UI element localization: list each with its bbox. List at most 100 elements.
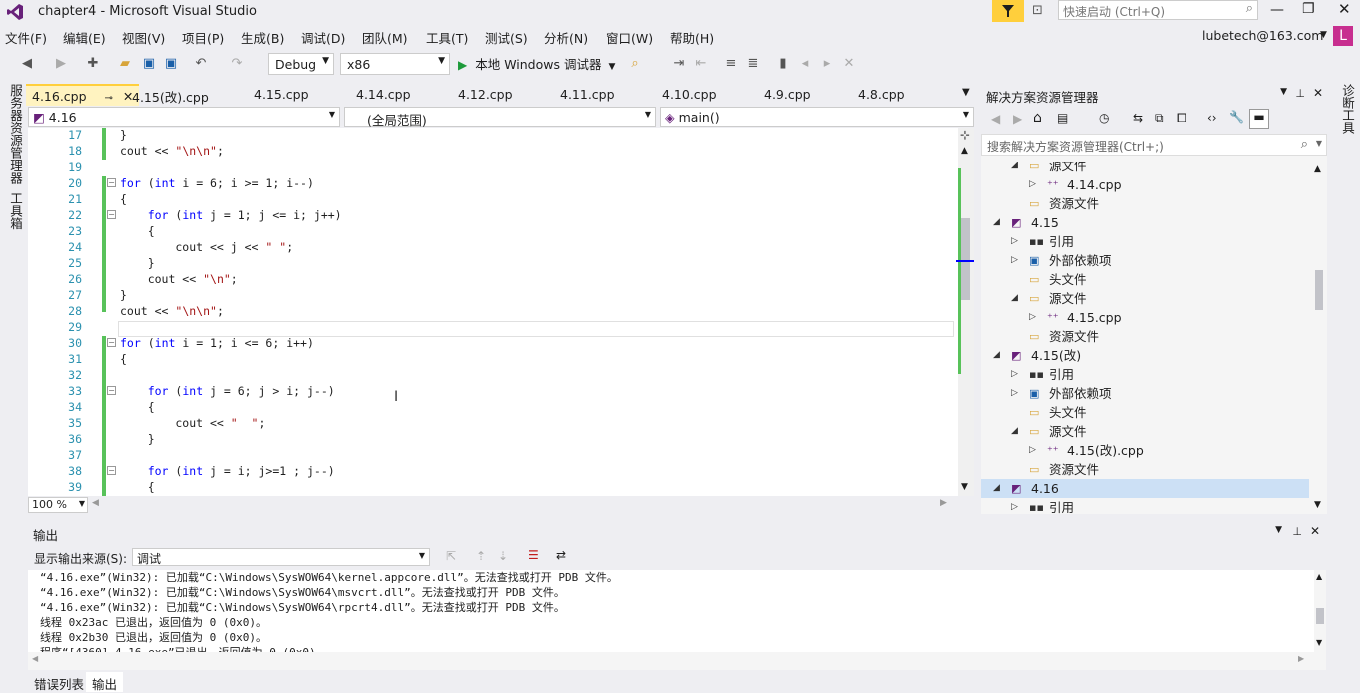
quick-launch-input[interactable]: 快速启动 (Ctrl+Q) ⌕: [1058, 0, 1258, 20]
code-line[interactable]: 23 {: [28, 223, 958, 239]
project-select[interactable]: ◩ 4.16 ▼: [28, 107, 340, 127]
new-project-icon[interactable]: ✚: [84, 54, 102, 72]
menu-help[interactable]: 帮助(H): [670, 28, 714, 47]
tree-item[interactable]: ▷ ▣ 外部依赖项: [981, 251, 1309, 270]
menu-build[interactable]: 生成(B): [241, 28, 284, 47]
collapsed-icon[interactable]: ▷: [1011, 498, 1018, 514]
comment-icon[interactable]: ≡: [722, 54, 740, 72]
expanded-icon[interactable]: ◢: [1011, 162, 1018, 175]
code-line[interactable]: 39 {: [28, 479, 958, 495]
collapse-region-icon[interactable]: −: [107, 178, 116, 187]
tree-item[interactable]: ▭ 资源文件: [981, 194, 1309, 213]
menu-team[interactable]: 团队(M): [362, 28, 408, 47]
expanded-icon[interactable]: ◢: [993, 213, 1000, 232]
output-horizontal-scrollbar[interactable]: ◀ ▶: [28, 652, 1314, 668]
open-file-icon[interactable]: ▰: [116, 54, 134, 72]
tab-4-14-cpp[interactable]: 4.14.cpp: [350, 84, 417, 106]
clear-bookmarks-icon[interactable]: ✕: [840, 54, 858, 72]
output-source-select[interactable]: 调试 ▼: [132, 548, 430, 566]
account-chevron-down-icon[interactable]: ▼: [1320, 30, 1327, 40]
undo-icon[interactable]: ↶: [192, 54, 210, 72]
save-icon[interactable]: ▣: [140, 54, 158, 72]
menu-view[interactable]: 视图(V): [122, 28, 165, 47]
collapse-all-icon[interactable]: ⧉: [1155, 111, 1164, 126]
next-bookmark-icon[interactable]: ▸: [818, 54, 836, 72]
previous-message-icon[interactable]: ⇡: [476, 549, 486, 563]
output-vertical-scrollbar[interactable]: ▲ ▼: [1314, 570, 1326, 652]
code-line[interactable]: 30 − for (int i = 1; i <= 6; i++): [28, 335, 958, 351]
notifications-filter-icon[interactable]: [992, 0, 1024, 22]
code-line[interactable]: 24 cout << j << " ";: [28, 239, 958, 255]
avatar[interactable]: L: [1333, 26, 1353, 46]
tree-item[interactable]: ▷ ⁺⁺ 4.15(改).cpp: [981, 441, 1309, 460]
tab-4-15-cpp[interactable]: 4.15.cpp: [248, 84, 315, 106]
toggle-word-wrap-icon[interactable]: ⇄: [556, 548, 566, 562]
split-icon[interactable]: ⊹: [960, 128, 970, 142]
code-editor[interactable]: 17} 18 cout << "\n\n"; 19 20− for (int i = 6;…: [28, 128, 958, 496]
member-select[interactable]: ◈ main() ▼: [660, 107, 974, 127]
bookmark-icon[interactable]: ▮: [774, 54, 792, 72]
tree-item[interactable]: ▷ ⁺⁺ 4.14.cpp: [981, 175, 1309, 194]
clear-all-icon[interactable]: ☰: [528, 548, 539, 562]
code-line[interactable]: 36 }: [28, 431, 958, 447]
tree-item[interactable]: ▷ ▪▪ 引用: [981, 365, 1309, 384]
expanded-icon[interactable]: ◢: [993, 479, 1000, 498]
tab-4-11-cpp[interactable]: 4.11.cpp: [554, 84, 621, 106]
code-line[interactable]: 32: [28, 367, 958, 383]
navigate-forward-icon[interactable]: ▶: [52, 54, 70, 72]
tree-item[interactable]: ▭ 资源文件: [981, 460, 1309, 479]
code-line[interactable]: 29: [28, 319, 958, 335]
go-to-location-icon[interactable]: ⇱: [446, 549, 456, 563]
start-debugging-button[interactable]: ▶ 本地 Windows 调试器 ▼: [458, 54, 615, 74]
code-line[interactable]: 38 − for (int j = i; j>=1 ; j--): [28, 463, 958, 479]
tree-item[interactable]: ◢ ▭ 源文件: [981, 289, 1309, 308]
navigate-back-icon[interactable]: ◀: [18, 54, 36, 72]
scroll-down-icon[interactable]: ▼: [961, 482, 968, 492]
window-position-icon[interactable]: ▼: [1280, 87, 1287, 97]
menu-edit[interactable]: 编辑(E): [63, 28, 106, 47]
tree-item[interactable]: ▷ ▪▪ 引用: [981, 498, 1309, 514]
scroll-up-icon[interactable]: ▲: [961, 146, 968, 156]
save-all-icon[interactable]: ▣: [162, 54, 180, 72]
pin-icon[interactable]: ⊥: [1295, 87, 1305, 100]
step-over-icon[interactable]: ⇥: [670, 54, 688, 72]
sync-icon[interactable]: ⇆: [1133, 111, 1143, 125]
code-line[interactable]: 26 cout << "\n";: [28, 271, 958, 287]
code-line[interactable]: 35 cout << " ";: [28, 415, 958, 431]
server-explorer-tab[interactable]: 服务器资源管理器: [6, 84, 25, 184]
uncomment-icon[interactable]: ≣: [744, 54, 762, 72]
close-window-button[interactable]: ✕: [1338, 0, 1351, 18]
tree-item[interactable]: ▭ 头文件: [981, 403, 1309, 422]
code-line[interactable]: 28 cout << "\n\n";: [28, 303, 958, 319]
pin-icon[interactable]: ⊥: [1292, 525, 1302, 538]
tree-item[interactable]: ◢ ▭ 源文件: [981, 422, 1309, 441]
home-icon[interactable]: ⌂: [1033, 110, 1042, 126]
toolbox-tab[interactable]: 工具箱: [6, 192, 25, 230]
code-line[interactable]: 19: [28, 159, 958, 175]
collapse-region-icon[interactable]: −: [107, 210, 116, 219]
code-line[interactable]: 37: [28, 447, 958, 463]
menu-project[interactable]: 项目(P): [182, 28, 224, 47]
scroll-right-icon[interactable]: ▶: [1298, 654, 1304, 663]
collapse-region-icon[interactable]: −: [107, 386, 116, 395]
menu-file[interactable]: 文件(F): [5, 28, 47, 47]
pending-changes-icon[interactable]: ◷: [1099, 111, 1109, 125]
redo-icon[interactable]: ↷: [228, 54, 246, 72]
tab-4-16-cpp[interactable]: 4.16.cpp ⊸ ✕: [26, 84, 140, 106]
scroll-down-icon[interactable]: ▼: [1314, 500, 1321, 510]
view-code-icon[interactable]: ‹›: [1207, 111, 1217, 125]
scroll-left-icon[interactable]: ◀: [32, 654, 38, 663]
code-line[interactable]: 27}: [28, 287, 958, 303]
code-line[interactable]: 31 {: [28, 351, 958, 367]
pin-icon[interactable]: ⊸: [105, 93, 113, 104]
tab-4-15-mod-cpp[interactable]: 4.15(改).cpp: [126, 84, 215, 106]
next-message-icon[interactable]: ⇣: [498, 549, 508, 563]
diagnostics-tab[interactable]: 诊断工具: [1338, 84, 1357, 134]
tree-item[interactable]: ◢ ◩ 4.15(改): [981, 346, 1309, 365]
code-line[interactable]: 33 − for (int j = 6; j > i; j--): [28, 383, 958, 399]
step-out-icon[interactable]: ⇤: [692, 54, 710, 72]
maximize-button[interactable]: ❐: [1302, 1, 1315, 17]
tab-4-12-cpp[interactable]: 4.12.cpp: [452, 84, 519, 106]
minimize-button[interactable]: —: [1270, 2, 1284, 18]
collapsed-icon[interactable]: ▷: [1011, 384, 1018, 403]
